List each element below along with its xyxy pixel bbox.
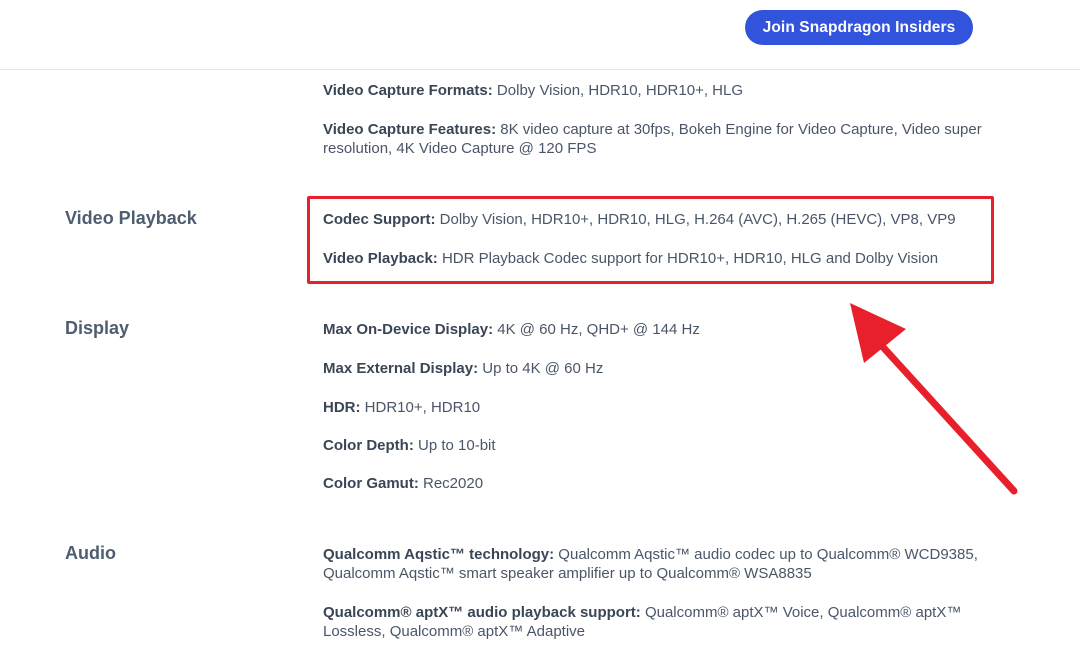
- spec-label: Video Capture Formats:: [323, 82, 493, 99]
- section-title-video-playback: Video Playback: [65, 208, 197, 228]
- spec-label: Video Playback:: [323, 250, 438, 267]
- section-title-display: Display: [65, 318, 130, 338]
- section-title-audio: Audio: [65, 543, 116, 563]
- spec-aptx-audio-playback: Qualcomm® aptX™ audio playback support: …: [323, 603, 988, 641]
- spec-label: Qualcomm® aptX™ audio playback support:: [323, 604, 641, 621]
- spec-video-capture-features: Video Capture Features: 8K video capture…: [323, 120, 988, 158]
- spec-label: Video Capture Features:: [323, 121, 497, 138]
- spec-value: Rec2020: [418, 475, 484, 492]
- spec-value: Dolby Vision, HDR10, HDR10+, HLG: [492, 82, 744, 99]
- spec-hdr: HDR: HDR10+, HDR10: [323, 398, 988, 417]
- spec-max-on-device-display: Max On-Device Display: 4K @ 60 Hz, QHD+ …: [323, 320, 988, 339]
- spec-value: Up to 10-bit: [413, 437, 496, 454]
- spec-page: Join Snapdragon Insiders Video Capture F…: [0, 0, 1080, 667]
- top-nav-bar: Join Snapdragon Insiders: [0, 0, 1080, 70]
- spec-video-playback: Video Playback: HDR Playback Codec suppo…: [323, 249, 988, 268]
- spec-label: Codec Support:: [323, 211, 436, 228]
- spec-value: HDR10+, HDR10: [360, 399, 481, 416]
- spec-label: Max External Display:: [323, 360, 479, 377]
- spec-codec-support: Codec Support: Dolby Vision, HDR10+, HDR…: [323, 210, 988, 229]
- join-snapdragon-insiders-button[interactable]: Join Snapdragon Insiders: [745, 10, 973, 45]
- spec-label: Qualcomm Aqstic™ technology:: [323, 546, 555, 563]
- spec-value: Up to 4K @ 60 Hz: [478, 360, 604, 377]
- spec-video-capture-formats: Video Capture Formats: Dolby Vision, HDR…: [323, 81, 988, 100]
- spec-label: Color Gamut:: [323, 475, 419, 492]
- spec-label: Color Depth:: [323, 437, 414, 454]
- spec-color-gamut: Color Gamut: Rec2020: [323, 474, 988, 493]
- spec-value: Dolby Vision, HDR10+, HDR10, HLG, H.264 …: [435, 211, 956, 228]
- spec-value: 4K @ 60 Hz, QHD+ @ 144 Hz: [493, 321, 700, 338]
- spec-aqstic-technology: Qualcomm Aqstic™ technology: Qualcomm Aq…: [323, 545, 988, 583]
- spec-label: Max On-Device Display:: [323, 321, 494, 338]
- spec-color-depth: Color Depth: Up to 10-bit: [323, 436, 988, 455]
- spec-value: HDR Playback Codec support for HDR10+, H…: [437, 250, 939, 267]
- spec-max-external-display: Max External Display: Up to 4K @ 60 Hz: [323, 359, 988, 378]
- spec-label: HDR:: [323, 399, 361, 416]
